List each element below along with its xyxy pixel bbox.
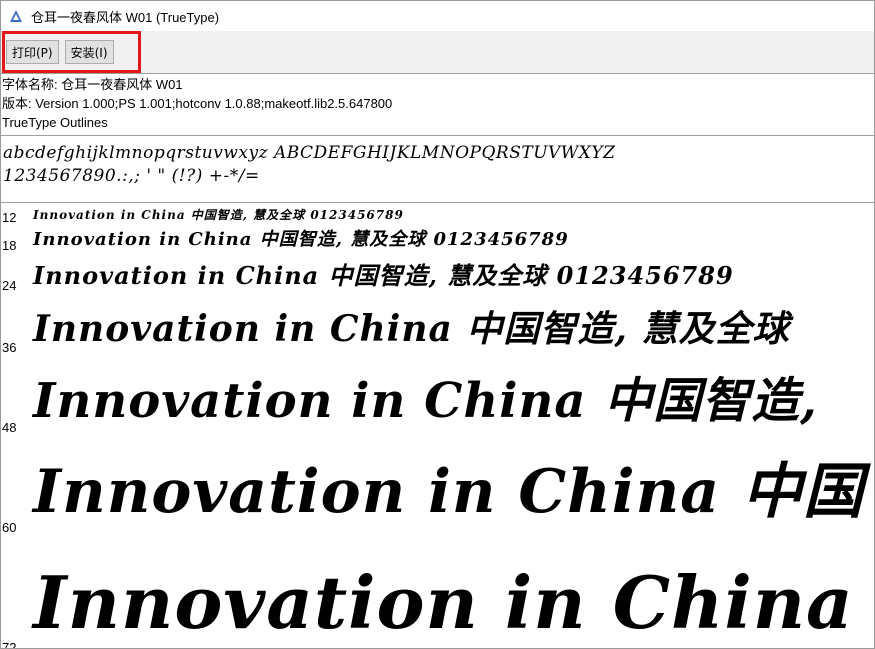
- sample-row-18: 18 Innovation in China 中国智造, 慧及全球 012345…: [1, 225, 874, 253]
- sample-area: 12 Innovation in China 中国智造, 慧及全球 012345…: [1, 203, 874, 649]
- font-app-icon: [10, 10, 22, 22]
- sample-text: Innovation in China 中国智造,: [33, 373, 818, 429]
- sample-row-24: 24 Innovation in China 中国智造, 慧及全球 012345…: [1, 253, 874, 293]
- charset-digits: 1234567890.:,; ' " (!?) +-*/=: [3, 166, 260, 186]
- font-name: 字体名称: 仓耳一夜春风体 W01: [2, 77, 183, 92]
- size-label: 18: [2, 238, 17, 253]
- print-button[interactable]: 打印(P): [6, 40, 59, 64]
- sample-text: Innovation in China 中国智造, 慧及全球: [33, 308, 790, 350]
- outline-type: TrueType Outlines: [2, 115, 108, 130]
- font-version: 版本: Version 1.000;PS 1.001;hotconv 1.0.8…: [2, 96, 393, 111]
- sample-row-60: 60 Innovation in China 中国: [1, 435, 874, 535]
- sample-row-72: 72 Innovation in China: [1, 535, 874, 649]
- size-label: 48: [2, 420, 17, 435]
- sample-text: Innovation in China 中国: [33, 457, 864, 527]
- size-label: 12: [2, 210, 17, 225]
- charset-letters: abcdefghijklmnopqrstuvwxyz ABCDEFGHIJKLM…: [3, 143, 616, 163]
- font-viewer-window: 仓耳一夜春风体 W01 (TrueType) 打印(P) 安装(I) 字体名称:…: [0, 0, 875, 649]
- font-info: 字体名称: 仓耳一夜春风体 W01 版本: Version 1.000;PS 1…: [1, 73, 874, 136]
- window-title: 仓耳一夜春风体 W01 (TrueType): [31, 9, 220, 25]
- sample-row-12: 12 Innovation in China 中国智造, 慧及全球 012345…: [1, 203, 874, 225]
- size-label: 36: [2, 340, 17, 355]
- sample-row-36: 36 Innovation in China 中国智造, 慧及全球: [1, 293, 874, 355]
- sample-row-48: 48 Innovation in China 中国智造,: [1, 355, 874, 435]
- title-bar: 仓耳一夜春风体 W01 (TrueType): [1, 1, 874, 31]
- sample-text: Innovation in China: [33, 560, 854, 645]
- sample-text: Innovation in China 中国智造, 慧及全球 012345678…: [33, 208, 404, 222]
- toolbar: 打印(P) 安装(I): [1, 31, 874, 73]
- sample-text: Innovation in China 中国智造, 慧及全球 012345678…: [33, 261, 734, 290]
- character-set: abcdefghijklmnopqrstuvwxyz ABCDEFGHIJKLM…: [1, 136, 874, 203]
- size-label: 72: [2, 640, 17, 649]
- size-label: 24: [2, 278, 17, 293]
- size-label: 60: [2, 520, 17, 535]
- install-button[interactable]: 安装(I): [64, 40, 114, 64]
- sample-text: Innovation in China 中国智造, 慧及全球 012345678…: [33, 229, 569, 250]
